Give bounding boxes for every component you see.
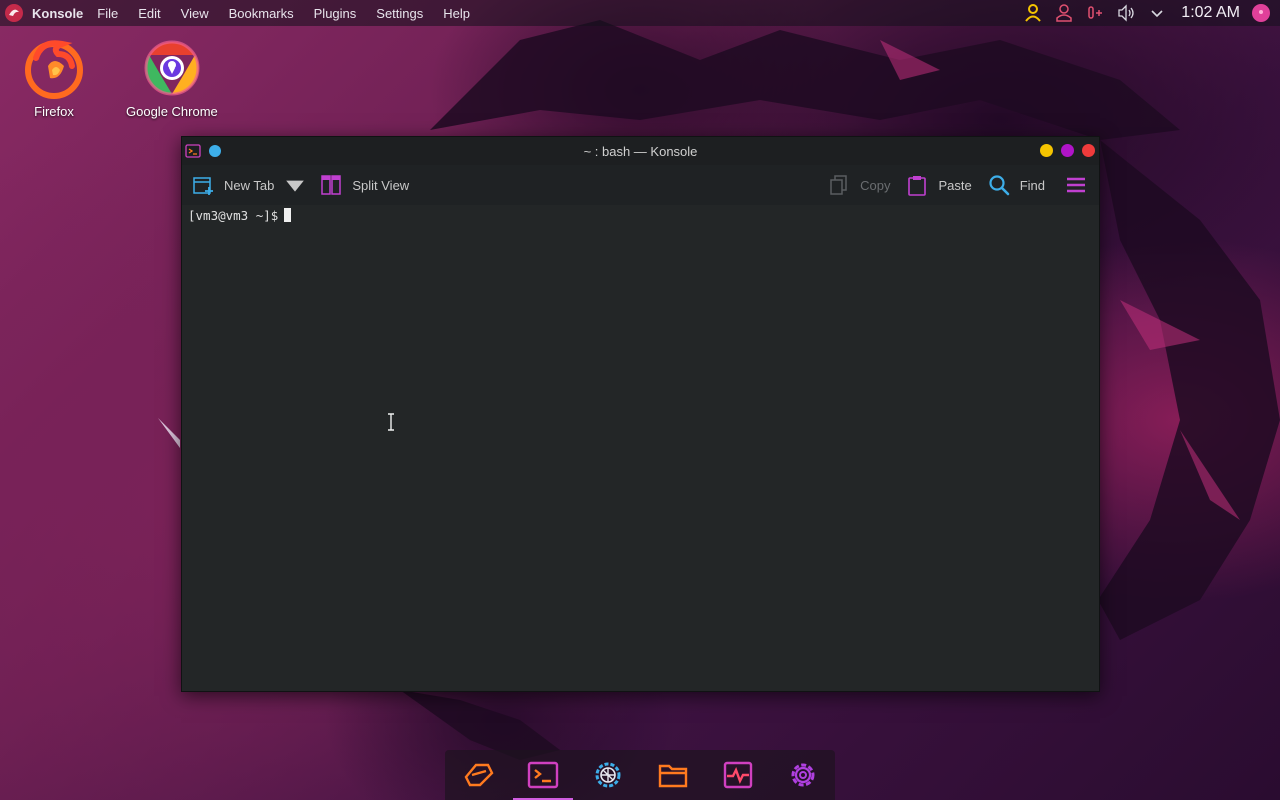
paste-label: Paste <box>938 177 972 193</box>
files-icon <box>658 764 687 788</box>
konsole-toolbar: New Tab Split View Copy Paste Find <box>182 165 1099 205</box>
window-titlebar[interactable]: ~ : bash — Konsole <box>182 137 1099 165</box>
terminal-icon <box>527 761 558 789</box>
find-label: Find <box>1019 177 1045 193</box>
dock-item-network-settings[interactable] <box>583 750 633 800</box>
chevron-down-icon[interactable] <box>1147 3 1167 23</box>
desktop-icon-label: Firefox <box>34 104 74 119</box>
split-view-button[interactable]: Split View <box>320 174 409 196</box>
split-view-icon <box>321 175 342 195</box>
desktop-icon-label: Google Chrome <box>126 104 218 119</box>
system-monitor-icon <box>723 761 752 789</box>
maximize-button[interactable] <box>1061 144 1074 157</box>
firefox-icon <box>25 40 83 99</box>
ibeam-cursor-icon <box>388 413 394 431</box>
dock <box>445 750 835 800</box>
dock-item-launcher[interactable] <box>453 750 503 800</box>
konsole-app-menu-icon[interactable] <box>4 3 24 23</box>
dock-item-terminal[interactable] <box>512 750 573 800</box>
window-title: ~ : bash — Konsole <box>583 143 698 159</box>
menu-view[interactable]: View <box>181 6 209 21</box>
desktop-icon-chrome[interactable]: Google Chrome <box>126 36 218 119</box>
text-cursor <box>284 208 292 222</box>
volume-icon[interactable] <box>1116 3 1136 23</box>
copy-icon <box>830 175 847 195</box>
split-view-label: Split View <box>352 177 410 193</box>
desktop-icon-firefox[interactable]: Firefox <box>22 36 86 119</box>
window-controls <box>1032 144 1095 157</box>
menu-edit[interactable]: Edit <box>138 6 160 21</box>
menu-plugins[interactable]: Plugins <box>314 6 357 21</box>
copy-button[interactable]: Copy <box>828 174 890 196</box>
dock-item-files[interactable] <box>648 750 698 800</box>
paste-button[interactable]: Paste <box>906 174 972 196</box>
close-button[interactable] <box>1082 144 1095 157</box>
user-icon[interactable] <box>1023 3 1043 23</box>
avatar[interactable] <box>1252 4 1270 22</box>
menu-bookmarks[interactable]: Bookmarks <box>229 6 294 21</box>
new-tab-button[interactable]: New Tab <box>192 174 316 196</box>
network-settings-icon <box>595 762 620 788</box>
microphone-icon[interactable] <box>1085 3 1105 23</box>
shell-prompt: [vm3@vm3 ~]$ <box>188 208 279 223</box>
dock-item-settings[interactable] <box>778 750 828 800</box>
launcher-icon <box>464 763 493 787</box>
settings-icon <box>791 763 814 787</box>
clock[interactable]: 1:02 AM <box>1181 4 1240 22</box>
top-panel: Konsole File Edit View Bookmarks Plugins… <box>0 0 1280 26</box>
menu-settings[interactable]: Settings <box>376 6 423 21</box>
menu-help[interactable]: Help <box>443 6 470 21</box>
terminal-area[interactable]: [vm3@vm3 ~]$ <box>182 205 1099 691</box>
toolbar-right-group: Copy Paste Find <box>812 174 1087 196</box>
hamburger-menu-icon <box>1067 177 1085 193</box>
dock-item-system-monitor[interactable] <box>713 750 763 800</box>
konsole-window: ~ : bash — Konsole New Tab Split View Co… <box>181 136 1100 692</box>
user-outline-icon[interactable] <box>1054 3 1074 23</box>
active-app-name: Konsole <box>32 5 84 21</box>
chrome-icon <box>144 40 200 96</box>
find-button[interactable]: Find <box>988 174 1045 196</box>
dropdown-arrow-icon[interactable] <box>284 174 306 196</box>
new-tab-icon <box>193 177 213 195</box>
menu-file[interactable]: File <box>97 6 118 21</box>
paste-icon <box>908 176 927 196</box>
search-icon <box>989 175 1010 196</box>
copy-label: Copy <box>860 177 891 193</box>
minimize-button[interactable] <box>1040 144 1053 157</box>
new-tab-label: New Tab <box>224 177 275 193</box>
hamburger-menu-button[interactable] <box>1065 174 1087 196</box>
system-tray: 1:02 AM <box>1012 0 1280 26</box>
